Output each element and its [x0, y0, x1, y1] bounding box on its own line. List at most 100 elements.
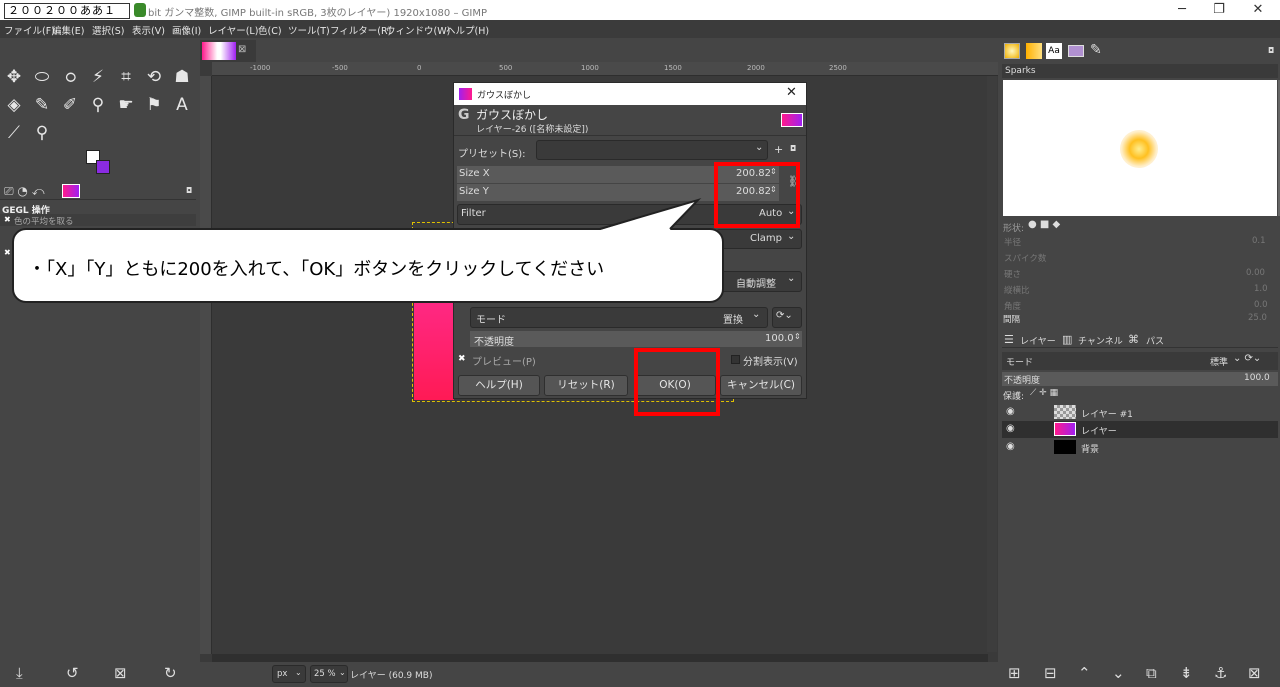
- image-tab-thumbnail[interactable]: [202, 42, 236, 60]
- reset-button[interactable]: リセット(R): [544, 375, 628, 396]
- ellipse-select-icon[interactable]: ⬭: [31, 66, 53, 88]
- horizontal-scrollbar[interactable]: [212, 654, 988, 662]
- lower-layer-icon[interactable]: ⌄: [1112, 664, 1125, 682]
- smudge-icon[interactable]: ☛: [115, 94, 137, 116]
- add-preset-icon[interactable]: +: [774, 143, 783, 156]
- menu-file[interactable]: ファイル(F): [4, 23, 55, 37]
- spin-icon[interactable]: ⇕: [794, 332, 801, 341]
- layer-row[interactable]: [1002, 404, 1278, 422]
- menu-select[interactable]: 選択(S): [92, 23, 124, 37]
- reset-icon[interactable]: ↻: [164, 664, 177, 682]
- tab-layers[interactable]: レイヤー: [1020, 334, 1056, 347]
- brush-editor-fields: [1002, 234, 1278, 322]
- sparks-brush-icon: [1120, 130, 1158, 168]
- opacity-slider[interactable]: [470, 331, 802, 347]
- transform-icon[interactable]: ⟲: [143, 66, 165, 88]
- close-icon[interactable]: ✖: [4, 215, 11, 224]
- tab-paths[interactable]: パス: [1146, 334, 1164, 347]
- delete-icon[interactable]: ⊠: [114, 664, 127, 682]
- lock-label: 保護:: [1003, 392, 1025, 402]
- duplicate-layer-icon[interactable]: ⧉: [1146, 664, 1157, 682]
- menu-windows[interactable]: ウィンドウ(W): [386, 23, 450, 37]
- preset-select[interactable]: [536, 140, 768, 160]
- ruler-label: 0: [417, 64, 422, 72]
- cancel-button[interactable]: キャンセル(C): [720, 375, 802, 396]
- close-icon[interactable]: ✖: [4, 248, 11, 257]
- eye-icon[interactable]: ◉: [1006, 441, 1015, 452]
- dim-label: 硬さ: [1004, 270, 1022, 280]
- path-tool-icon[interactable]: ⚑: [143, 94, 165, 116]
- abyss-value: Clamp: [750, 233, 782, 244]
- chevron-down-icon: ⌄: [339, 668, 346, 677]
- menu-help[interactable]: ヘルプ(H): [446, 23, 489, 37]
- close-icon[interactable]: ✕: [1240, 0, 1276, 20]
- shape-label: 形状:: [1003, 224, 1025, 234]
- layer-row-selected[interactable]: [1002, 421, 1278, 438]
- new-layer-icon[interactable]: ⊞: [1008, 664, 1021, 682]
- panel-menu-icon[interactable]: ◘: [790, 144, 796, 153]
- clone-icon[interactable]: ⚲: [87, 94, 109, 116]
- layers-icon[interactable]: ☰: [1004, 333, 1014, 346]
- menu-image[interactable]: 画像(I): [172, 23, 201, 37]
- anchor-icon[interactable]: ⚓: [1214, 664, 1227, 682]
- new-group-icon[interactable]: ⊟: [1044, 664, 1057, 682]
- raise-layer-icon[interactable]: ⌃: [1078, 664, 1091, 682]
- brush-icon[interactable]: ✎: [1090, 42, 1102, 58]
- layer-opacity-row[interactable]: [1002, 372, 1278, 386]
- background-color-swatch[interactable]: [96, 160, 110, 174]
- merge-layer-icon[interactable]: ⇟: [1180, 664, 1193, 682]
- layer-row[interactable]: [1002, 439, 1278, 456]
- paintbrush-icon[interactable]: ✎: [31, 94, 53, 116]
- paths-icon[interactable]: ⌘: [1128, 333, 1139, 346]
- tab-channels[interactable]: チャンネル: [1078, 334, 1123, 347]
- minimize-icon[interactable]: ─: [1164, 0, 1200, 20]
- close-icon[interactable]: ⊠: [238, 44, 246, 55]
- lasso-icon[interactable]: ഠ: [59, 66, 81, 88]
- channels-icon[interactable]: ▥: [1062, 333, 1072, 346]
- bucket-fill-icon[interactable]: ◈: [3, 94, 25, 116]
- eye-icon[interactable]: ◉: [1006, 406, 1015, 417]
- restore-icon[interactable]: ↺: [66, 664, 79, 682]
- fuzzy-select-icon[interactable]: ⚡: [87, 66, 109, 88]
- panel-menu-icon[interactable]: ◘: [1268, 46, 1274, 55]
- font-tab-icon[interactable]: Aa: [1046, 43, 1062, 59]
- color-picker-icon[interactable]: ⟋: [3, 122, 25, 144]
- tool-options-tab-icon[interactable]: ⎚ ◔ ⤺: [4, 184, 45, 199]
- menu-view[interactable]: 表示(V): [132, 23, 165, 37]
- layer-content: [414, 292, 454, 400]
- menu-color[interactable]: 色(C): [258, 23, 282, 37]
- shape-options-icon[interactable]: ● ■ ◆: [1028, 219, 1060, 230]
- help-button[interactable]: ヘルプ(H): [458, 375, 540, 396]
- toolbox-panel: [0, 38, 200, 687]
- save-preset-icon[interactable]: ⤓: [16, 664, 23, 682]
- menu-layer[interactable]: レイヤー(L): [208, 23, 258, 37]
- pattern-tab-icon[interactable]: [1026, 43, 1042, 59]
- eraser-icon[interactable]: ✐: [59, 94, 81, 116]
- vertical-scrollbar[interactable]: [987, 76, 997, 652]
- callout-pointer: [599, 197, 702, 230]
- zoom-icon[interactable]: ⚲: [31, 122, 53, 144]
- layer-name: レイヤー: [1081, 427, 1117, 437]
- eye-icon[interactable]: ◉: [1006, 423, 1015, 434]
- delete-layer-icon[interactable]: ⊠: [1248, 664, 1261, 682]
- text-tool-icon[interactable]: A: [171, 94, 193, 116]
- panel-menu-icon[interactable]: ◘: [186, 186, 192, 195]
- dim-value: 0.00: [1246, 268, 1265, 278]
- brush-tab-icon[interactable]: [1004, 43, 1020, 59]
- menu-filters[interactable]: フィルター(R): [330, 23, 391, 37]
- move-tool-icon[interactable]: ✥: [3, 66, 25, 88]
- ruler-label: 2500: [829, 64, 847, 72]
- palette-tab-icon[interactable]: [1068, 45, 1084, 57]
- warp-icon[interactable]: ☗: [171, 66, 193, 88]
- crop-icon[interactable]: ⌗: [115, 66, 137, 88]
- split-view-checkbox[interactable]: [731, 355, 740, 364]
- menu-edit[interactable]: 編集(E): [52, 23, 84, 37]
- dim-label: 縦横比: [1004, 286, 1030, 296]
- image-thumbnail-icon[interactable]: [62, 184, 80, 198]
- lock-icons[interactable]: ⟋ ✛ ▦: [1030, 388, 1058, 398]
- zoom-value: 25 %: [314, 669, 336, 679]
- maximize-icon[interactable]: ❐: [1201, 0, 1237, 20]
- close-icon[interactable]: ✕: [786, 85, 797, 100]
- menu-tools[interactable]: ツール(T): [288, 23, 330, 37]
- preview-checkbox[interactable]: ✖: [458, 354, 466, 364]
